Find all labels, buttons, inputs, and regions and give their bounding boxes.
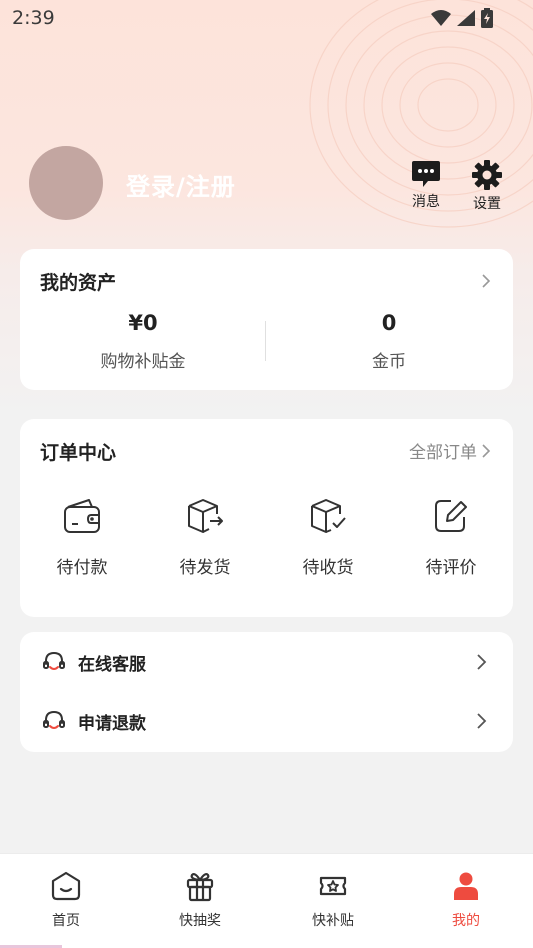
wallet-icon [64, 499, 100, 533]
login-register-link[interactable]: 登录/注册 [126, 167, 236, 202]
battery-icon [481, 8, 493, 28]
message-icon [412, 161, 440, 187]
asset-coins[interactable]: 0 金币 [266, 311, 512, 372]
bottom-tab-bar: 首页 快抽奖 快补贴 我的 [0, 853, 533, 948]
status-bar: 2:39 [0, 0, 533, 36]
status-time: 2:39 [12, 7, 55, 29]
order-pending-payment-label: 待付款 [56, 558, 108, 578]
chevron-right-icon [477, 713, 487, 729]
asset-subsidy-label: 购物补贴金 [100, 352, 186, 372]
order-pending-shipment-label: 待发货 [179, 558, 231, 578]
assets-title: 我的资产 [40, 272, 117, 294]
tab-subsidy[interactable]: 快补贴 [283, 870, 383, 930]
assets-card[interactable]: 我的资产 ¥0 购物补贴金 0 金币 [20, 249, 513, 390]
order-pending-receipt-label: 待收货 [302, 558, 354, 578]
order-pending-shipment[interactable]: 待发货 [143, 497, 267, 578]
signal-icon [457, 10, 475, 26]
tab-home-label: 首页 [52, 913, 80, 929]
asset-subsidy[interactable]: ¥0 购物补贴金 [20, 311, 266, 372]
profile-header: 登录/注册 消息 设置 [29, 146, 509, 220]
headset-icon [43, 651, 65, 670]
user-icon [454, 872, 478, 900]
tab-lottery[interactable]: 快抽奖 [150, 870, 250, 930]
box-ship-icon [188, 499, 223, 533]
online-service-row[interactable]: 在线客服 [20, 633, 513, 691]
order-pending-review-label: 待评价 [425, 558, 477, 578]
edit-review-icon [435, 500, 467, 532]
refund-request-label: 申请退款 [78, 713, 146, 734]
order-pending-payment[interactable]: 待付款 [20, 497, 144, 578]
tab-home[interactable]: 首页 [16, 870, 116, 930]
avatar[interactable] [29, 146, 103, 220]
gear-icon [472, 160, 502, 190]
messages-label: 消息 [412, 194, 440, 210]
tab-subsidy-label: 快补贴 [312, 913, 354, 929]
all-orders-label: 全部订单 [409, 443, 477, 463]
service-card: 在线客服 申请退款 [20, 632, 513, 752]
chevron-right-icon [482, 443, 491, 458]
orders-title: 订单中心 [40, 442, 117, 464]
settings-label: 设置 [473, 196, 501, 212]
all-orders-link[interactable]: 全部订单 [409, 438, 491, 463]
decorative-rings [309, 0, 533, 228]
settings-button[interactable]: 设置 [462, 160, 512, 213]
wifi-icon [431, 10, 451, 26]
chevron-right-icon[interactable] [481, 273, 491, 289]
coupon-icon [319, 876, 347, 896]
asset-coins-label: 金币 [372, 352, 406, 372]
box-receive-icon [311, 499, 346, 533]
messages-button[interactable]: 消息 [401, 160, 451, 211]
refund-request-row[interactable]: 申请退款 [20, 692, 513, 750]
asset-coins-value: 0 [381, 311, 397, 335]
tab-mine-label: 我的 [452, 913, 480, 929]
gift-icon [186, 873, 214, 902]
chevron-right-icon [477, 654, 487, 670]
orders-card: 订单中心 全部订单 待付款 待发货 待收货 待评价 [20, 419, 513, 617]
online-service-label: 在线客服 [78, 654, 146, 675]
home-icon [51, 871, 81, 901]
asset-subsidy-value: ¥0 [128, 311, 158, 335]
tab-lottery-label: 快抽奖 [179, 913, 221, 929]
order-pending-review[interactable]: 待评价 [389, 497, 513, 578]
tab-mine[interactable]: 我的 [416, 870, 516, 930]
headset-icon [43, 710, 65, 729]
order-pending-receipt[interactable]: 待收货 [266, 497, 390, 578]
